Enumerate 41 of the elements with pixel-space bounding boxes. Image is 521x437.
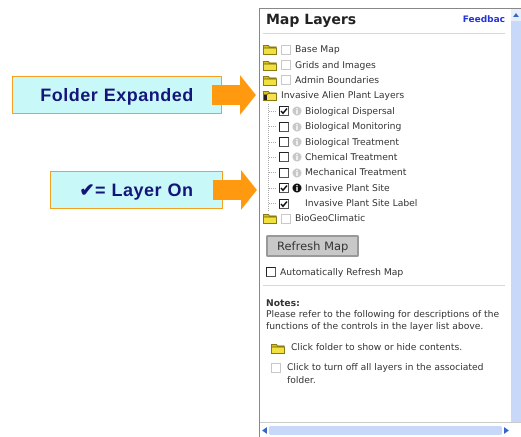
- feedback-link[interactable]: Feedbac: [462, 15, 505, 25]
- layer-label: Admin Boundaries: [295, 74, 380, 86]
- layer-label: Invasive Plant Site: [305, 182, 390, 194]
- checkbox[interactable]: [279, 137, 289, 148]
- scroll-up-icon[interactable]: [513, 13, 519, 17]
- checkbox[interactable]: [279, 183, 289, 194]
- layer-label: Chemical Treatment: [305, 152, 398, 163]
- callout-label: ✔= Layer On: [50, 171, 223, 209]
- checkbox[interactable]: [279, 152, 289, 162]
- layer-label: Grids and Images: [295, 60, 376, 71]
- callout-label: Folder Expanded: [12, 76, 222, 114]
- checkbox[interactable]: [279, 198, 289, 209]
- layer-label: Biological Dispersal: [305, 106, 395, 117]
- panel-title: Map Layers: [266, 12, 356, 28]
- layer-label: Base Map: [295, 44, 340, 56]
- checkbox[interactable]: [279, 106, 289, 116]
- pointer-arrow: [213, 170, 257, 210]
- pointer-arrow: [212, 75, 256, 115]
- layer-label: Invasive Alien Plant Layers: [281, 90, 404, 102]
- layer-label: Invasive Plant Site Label: [305, 198, 418, 210]
- vertical-scrollbar[interactable]: [511, 9, 521, 422]
- notes-heading: Notes:: [266, 298, 301, 309]
- scroll-left-icon[interactable]: [262, 426, 267, 434]
- layer-label: Biological Monitoring: [305, 121, 402, 132]
- scroll-right-icon[interactable]: [504, 426, 509, 434]
- layer-label: Mechanical Treatment: [305, 167, 406, 178]
- horizontal-scrollbar[interactable]: [260, 422, 511, 437]
- note-text: Click folder to show or hide contents.: [291, 342, 462, 354]
- checkbox[interactable]: [279, 122, 289, 132]
- layer-label: Biological Treatment: [305, 136, 399, 148]
- open-folder-icon[interactable]: [263, 90, 277, 102]
- note-text: Click to turn off all layers in the associated folder.: [287, 362, 484, 388]
- layer-label: BioGeoClimatic: [295, 213, 366, 224]
- checkbox-label: Automatically Refresh Map: [280, 266, 404, 278]
- folder-icon: [271, 342, 285, 354]
- info-icon[interactable]: [292, 183, 302, 194]
- checkbox-icon: [271, 363, 281, 374]
- checkbox[interactable]: [266, 267, 276, 278]
- notes-text: Please refer to the following for descriptions of the functions of the controls in the layer list above.: [266, 308, 500, 334]
- checkbox[interactable]: [279, 168, 289, 178]
- refresh-map-button[interactable]: Refresh Map: [266, 234, 360, 257]
